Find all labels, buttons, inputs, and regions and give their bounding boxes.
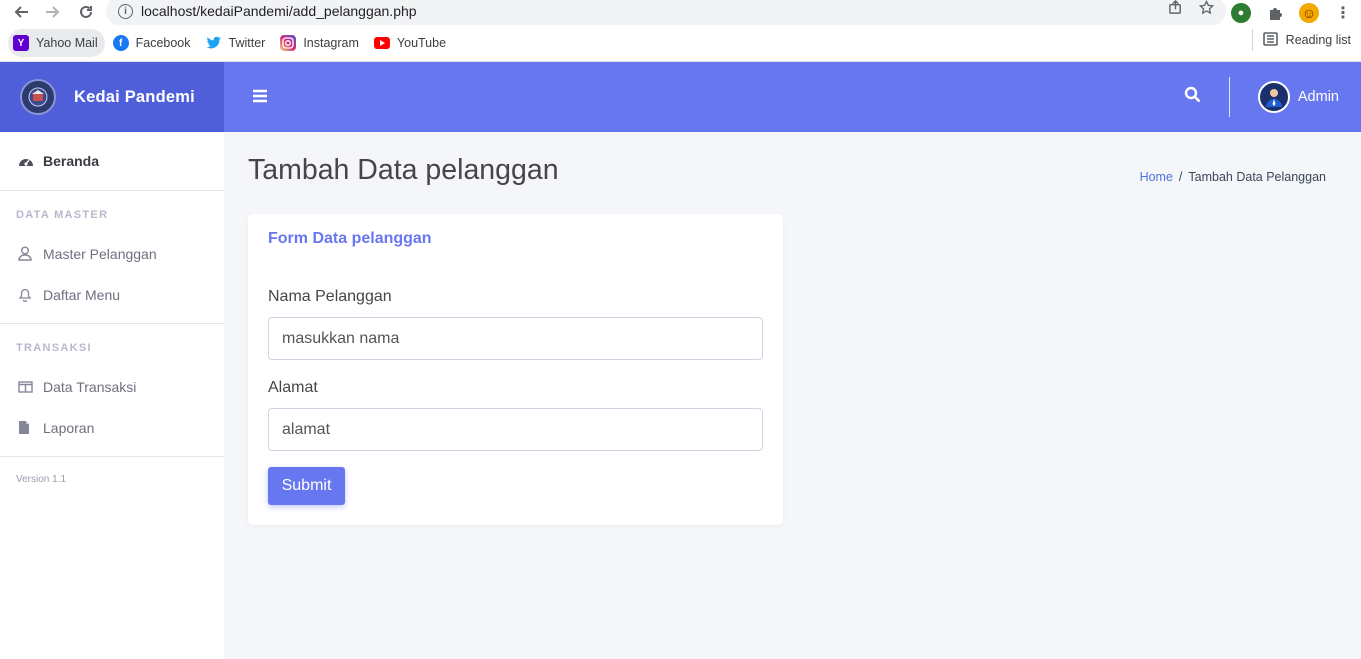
- nama-pelanggan-input[interactable]: [268, 317, 763, 360]
- reading-list-button[interactable]: Reading list: [1251, 29, 1351, 51]
- alamat-label: Alamat: [268, 379, 318, 396]
- sidebar-item-master-pelanggan[interactable]: Master Pelanggan: [0, 233, 224, 274]
- user-icon: [18, 246, 36, 261]
- bookmark-label: Instagram: [303, 36, 359, 50]
- browser-toolbar: i localhost/kedaiPandemi/add_pelanggan.p…: [0, 0, 1361, 26]
- bookmark-yahoo-mail[interactable]: Y Yahoo Mail: [8, 29, 105, 57]
- address-bar[interactable]: i localhost/kedaiPandemi/add_pelanggan.p…: [106, 0, 1226, 26]
- youtube-icon: [373, 37, 390, 49]
- reading-list-icon: [1263, 31, 1278, 49]
- share-icon[interactable]: [1168, 0, 1183, 19]
- sidebar-item-beranda[interactable]: Beranda: [0, 132, 224, 190]
- reload-icon[interactable]: [75, 1, 97, 23]
- bookmark-star-icon[interactable]: [1198, 0, 1215, 19]
- nama-pelanggan-label: Nama Pelanggan: [268, 288, 392, 305]
- bookmark-label: YouTube: [396, 36, 447, 50]
- omnibox-actions: [1168, 0, 1215, 19]
- version-text: Version 1.1: [16, 474, 67, 485]
- brand[interactable]: Kedai Pandemi: [0, 62, 224, 132]
- form-card: Form Data pelanggan Nama Pelanggan Alama…: [248, 214, 783, 525]
- breadcrumb-separator: /: [1178, 170, 1183, 184]
- bookmark-youtube[interactable]: YouTube: [369, 29, 453, 57]
- puzzle-extensions-icon[interactable]: [1265, 3, 1285, 23]
- sidebar: Beranda DATA MASTER Master Pelanggan Daf…: [0, 132, 224, 659]
- page-title: Tambah Data pelanggan: [248, 154, 559, 186]
- sidebar-item-label: Master Pelanggan: [43, 245, 157, 262]
- breadcrumb-current: Tambah Data Pelanggan: [1188, 170, 1326, 184]
- site-info-icon[interactable]: i: [118, 3, 133, 19]
- columns-icon: [18, 380, 36, 393]
- breadcrumb: Home / Tambah Data Pelanggan: [1140, 170, 1326, 184]
- extension-icons: ● ☺ ⋮: [1231, 0, 1353, 25]
- instagram-icon: [280, 35, 297, 51]
- header-actions: Admin: [1184, 62, 1339, 132]
- sidebar-item-label: Daftar Menu: [43, 286, 121, 303]
- sidebar-item-data-transaksi[interactable]: Data Transaksi: [0, 366, 224, 407]
- reading-list-label: Reading list: [1285, 33, 1351, 47]
- sidebar-item-label: Data Transaksi: [43, 378, 137, 395]
- brand-logo-icon: [20, 79, 56, 115]
- sidebar-item-daftar-menu[interactable]: Daftar Menu: [0, 274, 224, 315]
- avatar[interactable]: [1257, 81, 1290, 113]
- user-name[interactable]: Admin: [1298, 89, 1339, 105]
- sidebar-item-label: Laporan: [43, 419, 95, 436]
- profile-avatar-icon[interactable]: ☺: [1299, 2, 1319, 23]
- bell-icon: [18, 287, 36, 302]
- facebook-icon: f: [112, 35, 129, 51]
- twitter-icon: [206, 35, 222, 51]
- breadcrumb-home-link[interactable]: Home: [1140, 170, 1173, 184]
- back-arrow-icon[interactable]: [10, 1, 32, 23]
- file-icon: [18, 420, 36, 435]
- hamburger-menu-icon[interactable]: [252, 86, 268, 109]
- bookmark-instagram[interactable]: Instagram: [275, 29, 366, 57]
- sidebar-item-label: Beranda: [43, 153, 100, 169]
- submit-button[interactable]: Submit: [268, 467, 345, 505]
- sidebar-heading-data-master: DATA MASTER: [16, 209, 109, 221]
- bookmark-twitter[interactable]: Twitter: [201, 29, 273, 57]
- bookmark-label: Facebook: [135, 36, 191, 50]
- sidebar-item-laporan[interactable]: Laporan: [0, 407, 224, 448]
- bookmark-label: Twitter: [228, 36, 266, 50]
- yahoo-icon: Y: [13, 35, 29, 51]
- browser-menu-icon[interactable]: ⋮: [1333, 3, 1353, 23]
- alamat-input[interactable]: [268, 408, 763, 451]
- brand-name: Kedai Pandemi: [74, 87, 195, 106]
- bookmark-label: Yahoo Mail: [36, 36, 98, 50]
- search-icon[interactable]: [1184, 86, 1201, 108]
- bookmarks-bar: Y Yahoo Mail f Facebook Twitter Instagra…: [0, 25, 1361, 62]
- sidebar-heading-transaksi: TRANSAKSI: [16, 342, 92, 354]
- dashboard-gauge-icon: [18, 155, 36, 168]
- forward-arrow-icon[interactable]: [42, 1, 64, 23]
- card-title: Form Data pelanggan: [268, 230, 432, 247]
- bookmark-facebook[interactable]: f Facebook: [108, 29, 198, 57]
- top-navbar: Kedai Pandemi Admin: [0, 62, 1361, 132]
- header-divider: [1228, 77, 1230, 117]
- globe-extension-icon[interactable]: ●: [1231, 2, 1251, 23]
- url-text: localhost/kedaiPandemi/add_pelanggan.php: [141, 3, 417, 19]
